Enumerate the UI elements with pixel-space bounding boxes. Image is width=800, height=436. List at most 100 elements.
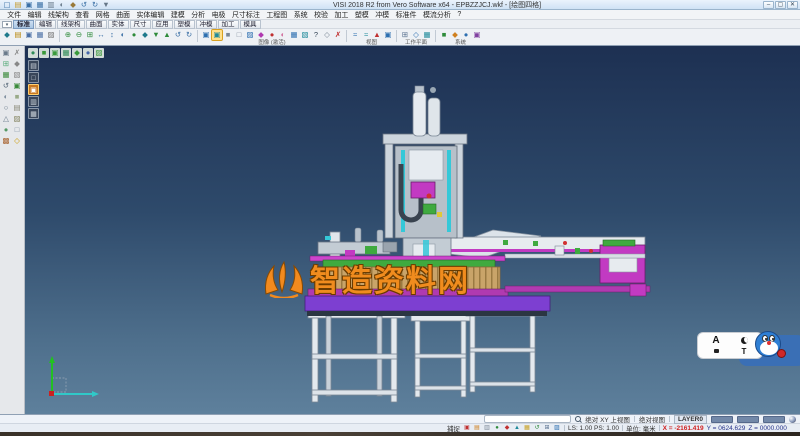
snap-icon[interactable]: ⊞ [543, 424, 551, 432]
menu-item[interactable]: 分析 [188, 10, 208, 20]
palette-icon[interactable]: □ [12, 125, 22, 135]
toolbar-icon[interactable]: ▼ [151, 30, 161, 40]
palette-icon[interactable]: ✗ [12, 48, 22, 58]
toolbar-icon[interactable]: ● [461, 30, 471, 40]
quickbar-icon[interactable]: ◆ [68, 0, 78, 10]
palette-icon[interactable]: ■ [12, 92, 22, 102]
search-icon[interactable] [575, 416, 581, 422]
menu-item[interactable]: 冲模 [372, 10, 392, 20]
snap-icon[interactable]: ▣ [463, 424, 471, 432]
menu-item[interactable]: 网格 [93, 10, 113, 20]
palette-icon[interactable]: ◆ [12, 59, 22, 69]
palette-icon[interactable]: ▨ [12, 114, 22, 124]
minimize-button[interactable]: – [763, 1, 774, 9]
snap-icon[interactable]: ▤ [473, 424, 481, 432]
toolbar-icon[interactable]: ✗ [333, 30, 343, 40]
ime-toolbar-sticker[interactable]: A T [697, 329, 800, 371]
menu-item[interactable]: 实体编辑 [133, 10, 167, 20]
maximize-button[interactable]: ▢ [775, 1, 786, 9]
toolbar-icon[interactable]: ■ [223, 30, 233, 40]
palette-icon[interactable]: ⊞ [1, 59, 11, 69]
workflow-tab[interactable]: 尺寸 [130, 20, 151, 29]
toolbar-icon[interactable]: ⊞ [400, 30, 410, 40]
palette-icon[interactable]: ▣ [1, 48, 11, 58]
menu-item[interactable]: 文件 [4, 10, 24, 20]
workflow-tab[interactable]: 编辑 [35, 20, 56, 29]
toolbar-icon[interactable]: ▦ [422, 30, 432, 40]
toolbar-icon[interactable]: ▤ [13, 30, 23, 40]
menu-item[interactable]: 加工 [331, 10, 351, 20]
color-swatch[interactable] [737, 416, 759, 423]
toolbar-icon[interactable]: ▦ [35, 30, 45, 40]
quickbar-icon[interactable]: ▼ [101, 0, 111, 10]
layer-indicator[interactable]: LAYER0 [674, 415, 707, 424]
workflow-tab[interactable]: 曲面 [86, 20, 107, 29]
toolbar-icon[interactable]: ▧ [300, 30, 310, 40]
menu-item[interactable]: 工程图 [263, 10, 290, 20]
workflow-tab[interactable]: 塑模 [174, 20, 195, 29]
toolbar-icon[interactable]: ◐ [278, 30, 288, 40]
menu-item[interactable]: 塑模 [352, 10, 372, 20]
menu-item[interactable]: 编辑 [24, 10, 44, 20]
menu-item[interactable]: 系统 [291, 10, 311, 20]
toolbar-icon[interactable]: ▣ [201, 30, 211, 40]
command-input[interactable] [484, 415, 571, 423]
snap-icon[interactable]: ▥ [483, 424, 491, 432]
toolbar-icon[interactable]: ▲ [162, 30, 172, 40]
toolbar-icon[interactable]: □ [234, 30, 244, 40]
toolbar-icon[interactable]: ⊞ [85, 30, 95, 40]
palette-icon[interactable]: ▩ [1, 136, 11, 146]
palette-icon[interactable]: ▦ [1, 70, 11, 80]
toolbar-icon[interactable]: ≈ [361, 30, 371, 40]
toolbar-icon[interactable]: ▨ [46, 30, 56, 40]
palette-icon[interactable]: ↺ [1, 81, 11, 91]
menu-item[interactable]: 尺寸标注 [229, 10, 263, 20]
render-sphere-icon[interactable] [789, 416, 796, 423]
toolbar-icon[interactable]: ◆ [450, 30, 460, 40]
toolbar-icon[interactable]: ↺ [173, 30, 183, 40]
quickbar-icon[interactable]: ▢ [2, 0, 12, 10]
snap-icon[interactable]: ↺ [533, 424, 541, 432]
quickbar-icon[interactable]: ↻ [90, 0, 100, 10]
menu-item[interactable]: 查看 [72, 10, 92, 20]
toolbar-icon[interactable]: ≈ [350, 30, 360, 40]
quickbar-icon[interactable]: ↺ [79, 0, 89, 10]
toolbar-icon[interactable]: ↻ [184, 30, 194, 40]
close-button[interactable]: ✕ [787, 1, 798, 9]
toolbar-icon[interactable]: ● [129, 30, 139, 40]
toolbar-icon[interactable]: ⊖ [74, 30, 84, 40]
menu-item[interactable]: ? [454, 11, 464, 18]
menu-item[interactable]: 模流分析 [420, 10, 454, 20]
ime-pad[interactable]: A T [697, 332, 763, 359]
snap-icon[interactable]: ▲ [513, 424, 521, 432]
snap-icon[interactable]: ▦ [523, 424, 531, 432]
quickbar-icon[interactable]: ▤ [13, 0, 23, 10]
menu-item[interactable]: 校验 [311, 10, 331, 20]
toolbar-icon[interactable]: ◐ [118, 30, 128, 40]
workflow-tab[interactable]: 模具 [240, 20, 261, 29]
toolbar-icon[interactable]: ▦ [289, 30, 299, 40]
menu-item[interactable]: 线架构 [45, 10, 72, 20]
quickbar-icon[interactable]: ◐ [57, 0, 67, 10]
toolbar-icon[interactable]: ↔ [96, 30, 106, 40]
toolbar-icon[interactable]: ▲ [372, 30, 382, 40]
palette-icon[interactable]: ◐ [1, 92, 11, 102]
palette-icon[interactable]: △ [1, 114, 11, 124]
quickbar-icon[interactable]: ▥ [46, 0, 56, 10]
toolbar-icon[interactable]: ● [267, 30, 277, 40]
viewport-canvas[interactable]: ●■▣▦◆●▨ ▤□▣▥▦ [25, 46, 800, 414]
toolbar-icon[interactable]: ⊕ [63, 30, 73, 40]
color-swatch[interactable] [763, 416, 785, 423]
palette-icon[interactable]: ▤ [12, 103, 22, 113]
quickbar-icon[interactable]: ▦ [35, 0, 45, 10]
toolbar-icon[interactable]: ▨ [245, 30, 255, 40]
snap-icon[interactable]: ● [493, 424, 501, 432]
toolbar-icon[interactable]: ▣ [212, 30, 222, 40]
snap-icon[interactable]: ◆ [503, 424, 511, 432]
toolbar-icon[interactable]: ◆ [256, 30, 266, 40]
toolbar-icon[interactable]: ▣ [24, 30, 34, 40]
toolbar-icon[interactable]: ◆ [2, 30, 12, 40]
toolbar-icon[interactable]: ? [311, 30, 321, 40]
toolbar-icon[interactable]: ▣ [383, 30, 393, 40]
snap-icon[interactable]: ▨ [553, 424, 561, 432]
